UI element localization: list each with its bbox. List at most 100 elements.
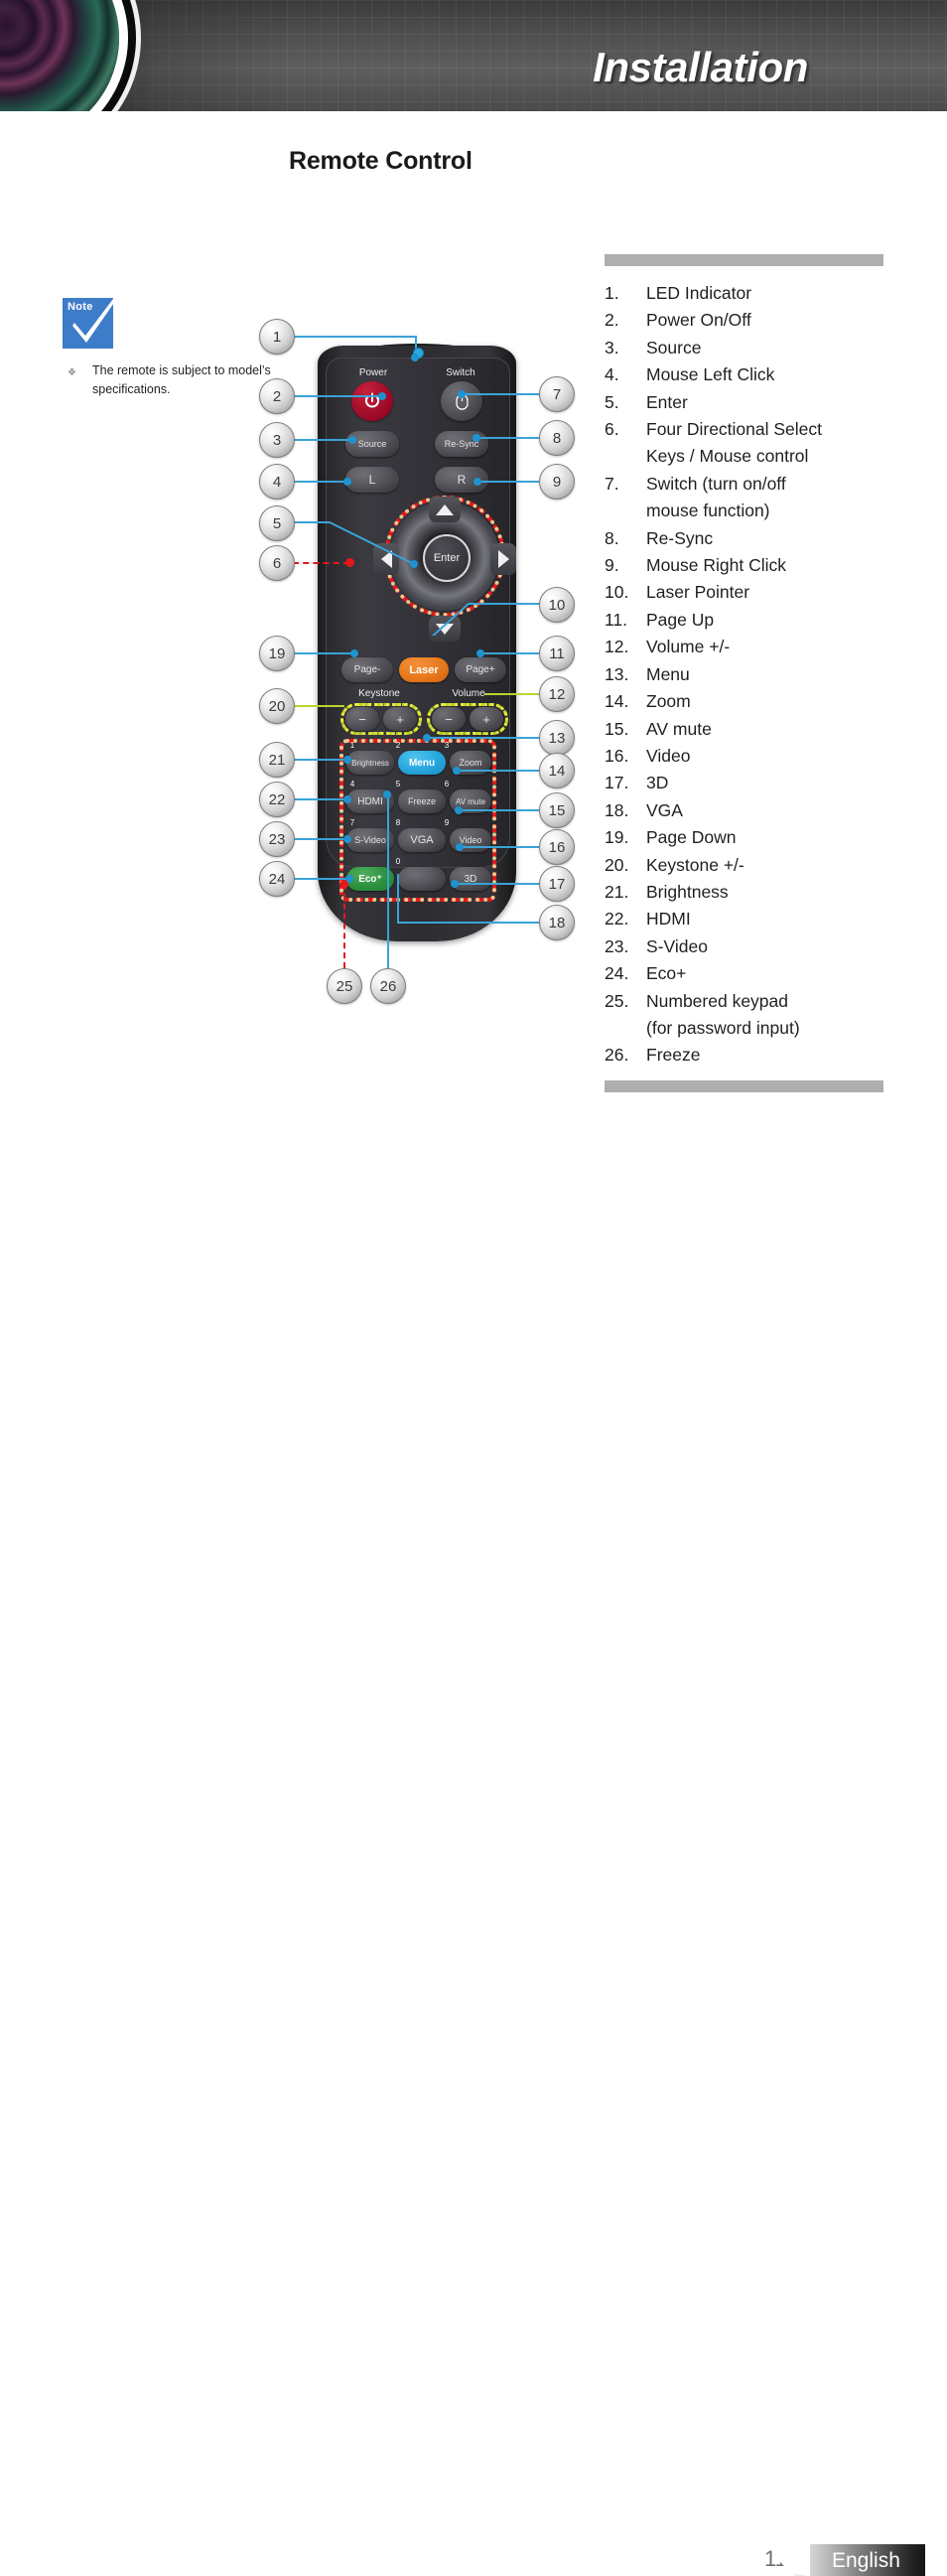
leader-dot-16 [456, 843, 464, 851]
page-down-button[interactable]: Page- [341, 657, 393, 682]
arrow-right-icon [497, 550, 509, 568]
note-bullet-icon: ❖ [68, 367, 76, 378]
leader-line-16 [460, 846, 539, 848]
power-button[interactable] [351, 381, 393, 421]
leader-line-18-vert [397, 874, 399, 922]
camera-lens-highlight [0, 0, 119, 111]
leader-dot-21 [343, 756, 351, 764]
leader-line-2 [293, 395, 382, 397]
feature-number: 12. [605, 637, 629, 657]
feature-item: 21. Brightness [605, 879, 902, 906]
feature-label: Page Up [646, 609, 715, 630]
leader-dot-17 [451, 880, 459, 888]
keystone-minus-button[interactable]: − [345, 707, 379, 731]
callout-marker-1: 1 [259, 319, 295, 355]
mouse-switch-button[interactable] [441, 381, 482, 421]
feature-item: 18. VGA [605, 797, 902, 824]
feature-label: Re-Sync [646, 527, 714, 548]
page-footer: 11 English [0, 1271, 947, 2576]
vga-button[interactable]: VGA [398, 828, 446, 852]
leader-line-1 [293, 336, 415, 338]
mouse-left-click-button[interactable]: L [345, 467, 399, 493]
keypad-number-2: 2 [395, 741, 401, 750]
leader-line-18 [397, 922, 539, 924]
callout-marker-10: 10 [539, 587, 575, 623]
page-title: Installation [593, 44, 808, 90]
switch-label: Switch [446, 367, 475, 378]
leader-line-8 [476, 437, 539, 439]
menu-button[interactable]: Menu [398, 751, 446, 775]
leader-dot-2 [378, 392, 386, 400]
feature-item: 3. Source [605, 335, 902, 361]
feature-item: 22. HDMI [605, 906, 902, 932]
feature-item: 23. S-Video [605, 933, 902, 960]
leader-dot-22 [343, 795, 351, 803]
feature-item: 8. Re-Sync [605, 525, 902, 552]
source-button[interactable]: Source [345, 431, 399, 457]
keypad-number-8: 8 [395, 818, 401, 827]
leader-line-15 [459, 809, 539, 811]
leader-line-10 [431, 603, 539, 636]
feature-number: 16. [605, 745, 629, 766]
keypad-number-4: 4 [349, 780, 355, 788]
feature-number: 6. [605, 419, 619, 440]
feature-label: Video [646, 745, 691, 766]
feature-label: Menu [646, 663, 690, 684]
leader-line-19 [293, 652, 354, 654]
page-header-banner: Installation [0, 0, 947, 111]
callout-marker-22: 22 [259, 782, 295, 817]
dpad-right-button[interactable] [490, 543, 516, 575]
feature-label: VGA [646, 799, 683, 820]
enter-button[interactable]: Enter [423, 534, 471, 582]
feature-number: 3. [605, 337, 619, 358]
feature-label: HDMI [646, 909, 691, 930]
leader-line-7 [462, 393, 539, 395]
feature-label: Brightness [646, 881, 729, 902]
feature-number: 11. [605, 609, 628, 630]
feature-item: 26. Freeze [605, 1042, 902, 1069]
feature-number: 25. [605, 990, 629, 1011]
leader-line-12 [484, 693, 539, 695]
volume-minus-button[interactable]: − [432, 707, 466, 731]
leader-line-13 [427, 737, 539, 739]
leader-dot-13 [423, 734, 431, 742]
dpad-up-button[interactable] [429, 497, 461, 522]
feature-item: 6. Four Directional Select [605, 416, 902, 443]
keypad-zero-button[interactable] [398, 867, 446, 891]
leader-dot-15 [455, 806, 463, 814]
leader-line-14 [457, 770, 539, 772]
freeze-button[interactable]: Freeze [398, 789, 446, 813]
feature-item: 24. Eco+ [605, 960, 902, 987]
leader-line-23 [293, 838, 347, 840]
feature-number: 15. [605, 718, 629, 739]
feature-label: Volume +/- [646, 637, 731, 657]
leader-dot-26 [383, 790, 391, 798]
leader-dot-3 [348, 436, 356, 444]
feature-label: Page Down [646, 827, 737, 848]
leader-line-20 [293, 705, 344, 707]
leader-line-21 [293, 759, 347, 761]
feature-number: 17. [605, 773, 629, 793]
feature-item: 12. Volume +/- [605, 634, 902, 660]
feature-item: 15. AV mute [605, 716, 902, 743]
section-heading: Remote Control [289, 147, 473, 175]
resync-button[interactable]: Re-Sync [435, 431, 488, 457]
volume-plus-button[interactable]: + [470, 707, 503, 731]
feature-list: 1. LED Indicator 2. Power On/Off 3. Source 4. M… [605, 280, 902, 1070]
keystone-plus-button[interactable]: + [383, 707, 417, 731]
feature-label: Keystone +/- [646, 854, 744, 875]
callout-marker-14: 14 [539, 753, 575, 788]
leader-dot-8 [473, 434, 480, 442]
feature-label: Freeze [646, 1045, 701, 1066]
laser-button[interactable]: Laser [399, 657, 449, 682]
brightness-button[interactable]: Brightness [346, 751, 394, 775]
list-divider-bottom [605, 1080, 883, 1092]
feature-number: 13. [605, 663, 629, 684]
page-up-button[interactable]: Page+ [455, 657, 506, 682]
leader-dot-23 [343, 835, 351, 843]
callout-marker-2: 2 [259, 378, 295, 414]
feature-label: LED Indicator [646, 283, 752, 303]
leader-dot-5 [410, 560, 418, 568]
feature-number: 1. [605, 283, 619, 303]
feature-number: 18. [605, 799, 629, 820]
